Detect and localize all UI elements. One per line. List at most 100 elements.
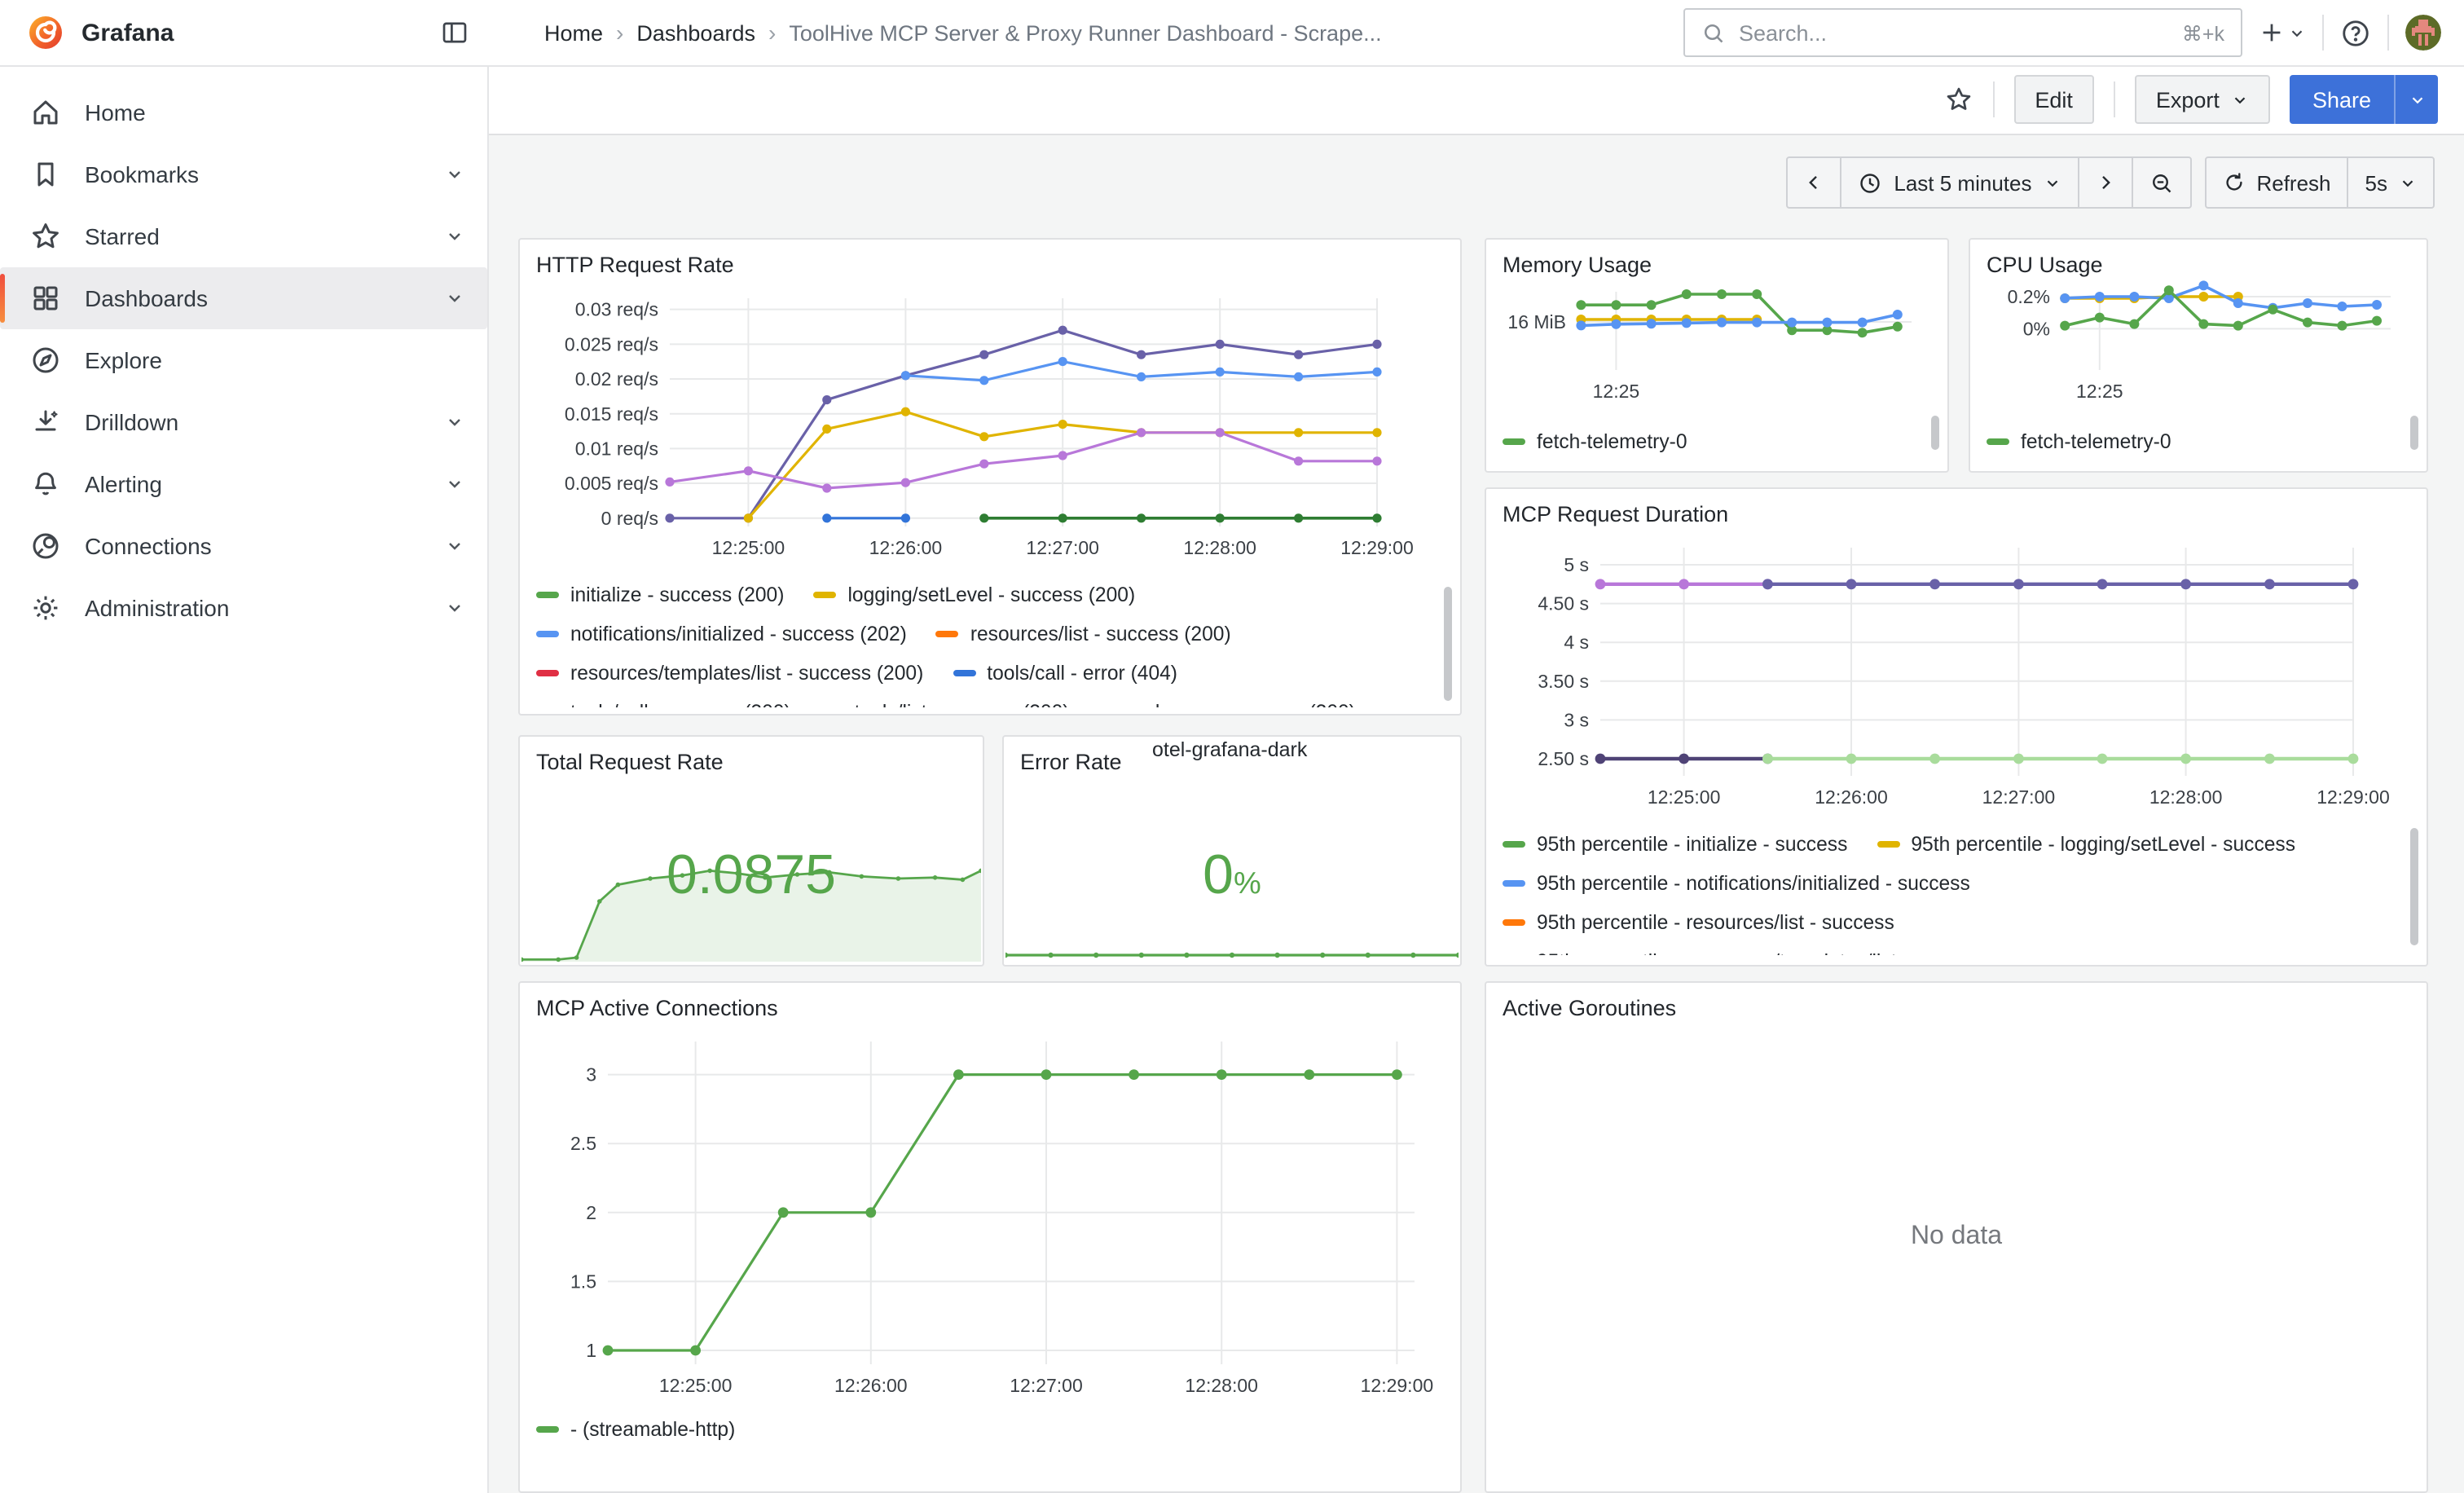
- mcp-active-connections-chart[interactable]: 11.522.5312:25:0012:26:0012:27:0012:28:0…: [533, 1032, 1447, 1407]
- svg-text:2: 2: [586, 1202, 596, 1223]
- svg-text:12:29:00: 12:29:00: [2317, 786, 2390, 808]
- svg-text:12:27:00: 12:27:00: [1982, 786, 2056, 808]
- dashboard-canvas: Last 5 minutes Refresh 5s: [489, 134, 2464, 1493]
- breadcrumb-separator: ›: [768, 20, 776, 46]
- legend-item[interactable]: - (streamable-http): [536, 1418, 735, 1441]
- chevron-down-icon: [2408, 90, 2426, 108]
- error-rate-sparkline[interactable]: [1005, 905, 1459, 963]
- sidebar-item-administration[interactable]: Administration: [0, 577, 487, 639]
- zoom-out-icon: [2149, 170, 2173, 195]
- help-icon[interactable]: [2340, 17, 2371, 48]
- svg-text:12:28:00: 12:28:00: [2149, 786, 2223, 808]
- legend-item[interactable]: notifications/initialized - success (202…: [536, 623, 907, 645]
- svg-text:12:25:00: 12:25:00: [1648, 786, 1721, 808]
- legend-scrollbar[interactable]: [1444, 587, 1452, 701]
- panel-title[interactable]: MCP Request Duration: [1503, 502, 1728, 526]
- sidebar-item-home[interactable]: Home: [0, 81, 487, 143]
- memory-usage-chart[interactable]: 16 MiB12:25: [1493, 279, 1934, 409]
- legend-item[interactable]: tools/call - success (200): [536, 701, 791, 707]
- chevron-down-icon: [445, 227, 464, 246]
- legend-scrollbar[interactable]: [2410, 828, 2418, 945]
- legend-item[interactable]: logging/setLevel - success (200): [813, 584, 1135, 606]
- drilldown-icon: [29, 406, 62, 438]
- zoom-out-button[interactable]: [2131, 158, 2189, 207]
- panel-cpu-usage: CPU Usage 0.2%0%12:25 fetch-telemetry-0: [1969, 238, 2428, 473]
- legend-item[interactable]: 95th percentile - notifications/initiali…: [1503, 872, 1970, 895]
- legend-item[interactable]: 95th percentile - initialize - success: [1503, 833, 1847, 856]
- star-button[interactable]: [1943, 85, 1973, 114]
- sidebar-item-alerting[interactable]: Alerting: [0, 453, 487, 515]
- refresh-icon: [2222, 171, 2245, 194]
- sidebar-item-drilldown[interactable]: Drilldown: [0, 391, 487, 453]
- breadcrumb-separator: ›: [616, 20, 623, 46]
- sidebar-item-dashboards[interactable]: Dashboards: [0, 267, 487, 329]
- bell-icon: [29, 468, 62, 500]
- chevron-down-icon: [2399, 174, 2417, 192]
- legend-item[interactable]: tools/list - success (200): [821, 701, 1070, 707]
- panel-mcp-active-connections: MCP Active Connections 11.522.5312:25:00…: [518, 981, 1462, 1493]
- sidebar-item-explore[interactable]: Explore: [0, 329, 487, 391]
- legend-chip: [953, 670, 975, 676]
- legend-item[interactable]: initialize - success (200): [536, 584, 784, 606]
- connections-legend: - (streamable-http): [536, 1410, 1431, 1456]
- legend-item[interactable]: tools/call - error (404): [953, 662, 1177, 685]
- legend-item[interactable]: fetch-telemetry-0: [1987, 430, 2171, 453]
- dashboards-grid-icon: [29, 282, 62, 315]
- cpu-usage-chart[interactable]: 0.2%0%12:25: [1977, 279, 2413, 409]
- error-rate-value: 0%: [1004, 844, 1460, 908]
- legend-chip: [536, 1426, 559, 1433]
- refresh-button[interactable]: Refresh: [2206, 158, 2347, 207]
- duration-legend: 95th percentile - initialize - success 95…: [1503, 825, 2397, 955]
- add-button[interactable]: [2259, 20, 2306, 46]
- legend-item[interactable]: unknown - success (200): [1098, 701, 1355, 707]
- svg-text:1: 1: [586, 1340, 596, 1361]
- time-range-picker[interactable]: Last 5 minutes: [1840, 158, 2077, 207]
- svg-text:12:27:00: 12:27:00: [1010, 1375, 1083, 1396]
- share-menu-button[interactable]: [2394, 75, 2438, 124]
- grafana-app: Grafana Home › Dashboards › ToolHive MCP…: [0, 0, 2464, 1493]
- memory-legend: fetch-telemetry-0: [1503, 422, 1918, 471]
- breadcrumb-home[interactable]: Home: [544, 20, 603, 45]
- panel-title[interactable]: Error Rate: [1020, 750, 1122, 774]
- http-request-rate-chart[interactable]: 0 req/s0.005 req/s0.01 req/s0.015 req/s0…: [533, 285, 1447, 562]
- svg-text:4 s: 4 s: [1564, 632, 1589, 653]
- legend-scrollbar[interactable]: [1931, 416, 1939, 450]
- panel-title[interactable]: Memory Usage: [1503, 253, 1652, 277]
- legend-item[interactable]: fetch-telemetry-0: [1503, 430, 1687, 453]
- search-input[interactable]: Search... ⌘+k: [1683, 8, 2242, 57]
- sidebar-item-connections[interactable]: Connections: [0, 515, 487, 577]
- legend-item[interactable]: 95th percentile - logging/setLevel - suc…: [1877, 833, 2295, 856]
- http-legend: initialize - success (200) logging/setLev…: [536, 575, 1431, 707]
- compass-icon: [29, 344, 62, 377]
- share-button[interactable]: Share: [2290, 75, 2394, 124]
- legend-chip: [1503, 880, 1525, 887]
- svg-text:12:28:00: 12:28:00: [1185, 1375, 1258, 1396]
- sidebar-item-starred[interactable]: Starred: [0, 205, 487, 267]
- grafana-logo-icon: [26, 13, 65, 52]
- legend-scrollbar[interactable]: [2410, 416, 2418, 450]
- avatar[interactable]: [2405, 15, 2441, 51]
- legend-item[interactable]: 95th percentile - resources/templates/li…: [1503, 950, 1987, 955]
- svg-text:1.5: 1.5: [570, 1271, 596, 1292]
- breadcrumb-dashboards[interactable]: Dashboards: [636, 20, 755, 45]
- panel-title[interactable]: HTTP Request Rate: [536, 253, 734, 277]
- star-icon: [29, 220, 62, 253]
- svg-text:4.50 s: 4.50 s: [1538, 593, 1589, 614]
- time-back-button[interactable]: [1788, 158, 1840, 207]
- svg-text:12:28:00: 12:28:00: [1183, 537, 1256, 558]
- panel-title[interactable]: CPU Usage: [1987, 253, 2103, 277]
- sidebar-item-bookmarks[interactable]: Bookmarks: [0, 143, 487, 205]
- breadcrumb-current: ToolHive MCP Server & Proxy Runner Dashb…: [789, 20, 1381, 45]
- time-forward-button[interactable]: [2077, 158, 2131, 207]
- refresh-interval-picker[interactable]: 5s: [2347, 158, 2433, 207]
- mcp-request-duration-chart[interactable]: 2.50 s3 s3.50 s4 s4.50 s5 s12:25:0012:26…: [1499, 535, 2413, 815]
- legend-item[interactable]: resources/templates/list - success (200): [536, 662, 923, 685]
- sidebar-toggle-icon[interactable]: [440, 18, 469, 47]
- legend-item[interactable]: 95th percentile - resources/list - succe…: [1503, 911, 1894, 934]
- svg-text:2.50 s: 2.50 s: [1538, 748, 1589, 769]
- legend-item[interactable]: resources/list - success (200): [936, 623, 1231, 645]
- export-button[interactable]: Export: [2135, 75, 2270, 124]
- floating-label: otel-grafana-dark: [1152, 738, 1307, 761]
- edit-button[interactable]: Edit: [2013, 75, 2094, 124]
- panel-title[interactable]: MCP Active Connections: [536, 996, 778, 1020]
